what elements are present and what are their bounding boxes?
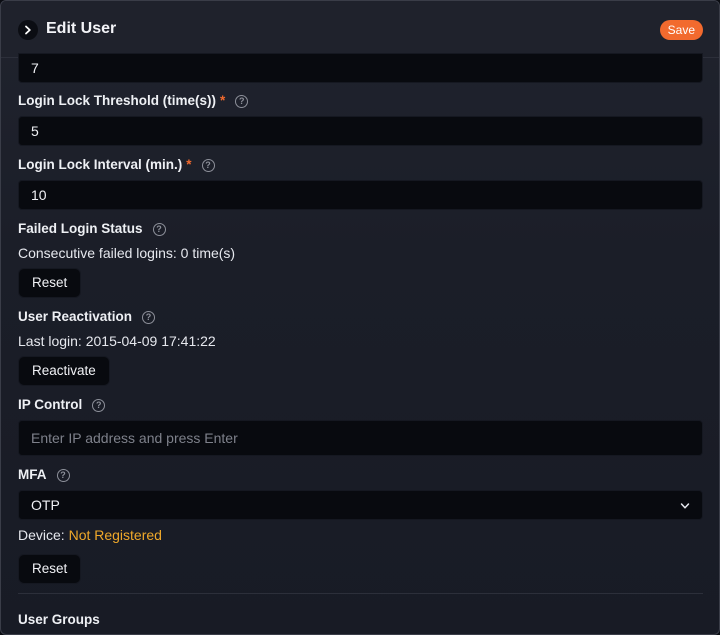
help-icon[interactable]: ? — [152, 222, 166, 236]
lock-threshold-label: Login Lock Threshold (time(s)) * ? — [18, 92, 249, 110]
failed-login-count: Consecutive failed logins: 0 time(s) — [18, 245, 236, 261]
collapse-button[interactable] — [18, 20, 38, 40]
lock-threshold-label-text: Login Lock Threshold (time(s)) — [18, 93, 216, 108]
help-icon[interactable]: ? — [201, 158, 215, 172]
last-login-text: Last login: 2015-04-09 17:41:22 — [18, 333, 216, 349]
mfa-select[interactable]: OTP — [18, 490, 703, 520]
reactivation-label: User Reactivation ? — [18, 308, 156, 326]
lock-interval-label: Login Lock Interval (min.) * ? — [18, 156, 215, 174]
reactivate-button[interactable]: Reactivate — [18, 356, 110, 386]
form-content: 7 Login Lock Threshold (time(s)) * ? 5 L… — [1, 53, 719, 634]
reactivation-label-text: User Reactivation — [18, 309, 133, 324]
section-divider — [18, 593, 703, 594]
ip-control-label: IP Control ? — [18, 396, 106, 414]
reset-failed-login-button[interactable]: Reset — [18, 268, 82, 298]
chevron-down-icon — [680, 503, 690, 509]
mfa-label-text: MFA — [18, 467, 47, 482]
user-groups-label-text: User Groups — [18, 612, 100, 627]
help-icon[interactable]: ? — [142, 310, 156, 324]
required-marker: * — [220, 93, 226, 108]
ip-control-input[interactable]: Enter IP address and press Enter — [18, 420, 703, 456]
mfa-selected-value: OTP — [31, 497, 60, 513]
help-icon[interactable]: ? — [235, 94, 249, 108]
device-label: Device: — [18, 527, 69, 543]
ip-control-label-text: IP Control — [18, 397, 83, 412]
failed-login-label-text: Failed Login Status — [18, 221, 143, 236]
lock-interval-label-text: Login Lock Interval (min.) — [18, 157, 183, 172]
previous-field-input[interactable]: 7 — [18, 53, 703, 83]
mfa-device-status: Device: Not Registered — [18, 526, 162, 544]
help-icon[interactable]: ? — [92, 398, 106, 412]
device-status-badge: Not Registered — [68, 527, 162, 543]
failed-login-label: Failed Login Status ? — [18, 220, 166, 238]
chevron-right-icon — [25, 25, 31, 35]
lock-threshold-input[interactable]: 5 — [18, 116, 703, 146]
page-title: Edit User — [46, 20, 117, 37]
mfa-label: MFA ? — [18, 466, 70, 484]
panel-header: Edit User Save — [1, 1, 719, 58]
lock-interval-input[interactable]: 10 — [18, 180, 703, 210]
save-button[interactable]: Save — [659, 20, 703, 40]
edit-user-panel: Edit User Save 7 Login Lock Threshold (t… — [0, 0, 720, 635]
help-icon[interactable]: ? — [56, 468, 70, 482]
reset-mfa-button[interactable]: Reset — [18, 554, 82, 584]
required-marker: * — [186, 157, 192, 172]
user-groups-label: User Groups — [18, 611, 100, 629]
ip-control-placeholder: Enter IP address and press Enter — [31, 430, 238, 446]
